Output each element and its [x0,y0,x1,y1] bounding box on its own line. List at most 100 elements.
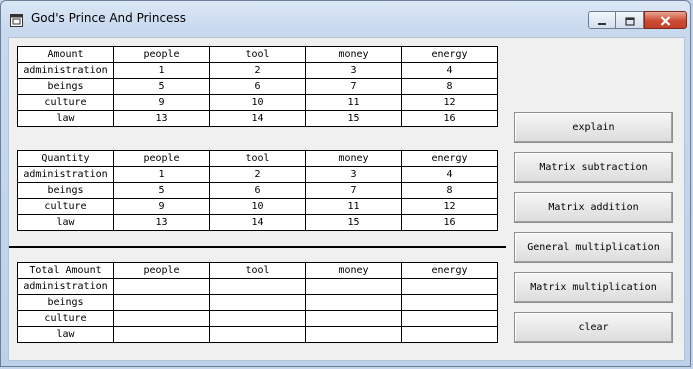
matrix-cell[interactable] [401,310,498,327]
matrix-cell[interactable]: 5 [113,78,210,95]
column-header-cell: people [113,150,210,167]
matrix-cell[interactable] [209,294,306,311]
column-header-cell: energy [401,46,498,63]
matrix-cell[interactable]: 14 [209,110,306,127]
table-row: beings 5 6 7 8 [17,78,498,95]
matrix-cell[interactable] [209,326,306,343]
table-row: beings 5 6 7 8 [17,182,498,199]
quantity-matrix-table: Quantity people tool money energy administrat… [17,150,498,231]
table-row: law 13 14 15 16 [17,214,498,231]
matrix-cell[interactable]: 9 [113,94,210,111]
row-header-cell: beings [17,78,114,95]
matrix-cell[interactable]: 11 [305,198,402,215]
matrix-cell[interactable]: 2 [209,62,306,79]
matrix-cell[interactable]: 14 [209,214,306,231]
matrix-multiplication-button[interactable]: Matrix multiplication [514,272,673,303]
window-title: God's Prince And Princess [31,11,186,25]
column-header-cell: Amount [17,46,114,63]
row-header-cell: beings [17,182,114,199]
explain-button[interactable]: explain [514,112,673,143]
row-header-cell: culture [17,94,114,111]
matrix-cell[interactable]: 10 [209,198,306,215]
close-button[interactable] [644,11,687,29]
table-header-row: Quantity people tool money energy [17,150,498,167]
row-header-cell: administration [17,166,114,183]
matrix-cell[interactable] [401,326,498,343]
matrix-cell[interactable] [113,294,210,311]
table-row: administration 1 2 3 4 [17,62,498,79]
matrix-cell[interactable]: 6 [209,78,306,95]
column-header-cell: money [305,262,402,279]
matrix-cell[interactable]: 15 [305,214,402,231]
matrix-cell[interactable]: 5 [113,182,210,199]
matrix-cell[interactable]: 13 [113,110,210,127]
table-header-row: Total Amount people tool money energy [17,262,498,279]
matrix-cell[interactable]: 6 [209,182,306,199]
app-window: God's Prince And Princess Amount people to… [0,0,691,367]
divider-line [9,246,506,248]
matrix-cell[interactable]: 12 [401,198,498,215]
row-header-cell: culture [17,310,114,327]
matrix-cell[interactable]: 1 [113,166,210,183]
matrix-cell[interactable]: 3 [305,62,402,79]
table-row: culture 9 10 11 12 [17,94,498,111]
matrix-cell[interactable] [113,278,210,295]
column-header-cell: tool [209,150,306,167]
matrix-cell[interactable]: 8 [401,182,498,199]
row-header-cell: beings [17,294,114,311]
title-bar[interactable]: God's Prince And Princess [1,1,690,37]
table-row: administration 1 2 3 4 [17,166,498,183]
app-window-icon [10,12,23,27]
matrix-cell[interactable] [305,326,402,343]
matrix-cell[interactable]: 3 [305,166,402,183]
column-header-cell: Total Amount [17,262,114,279]
column-header-cell: energy [401,150,498,167]
column-header-cell: money [305,46,402,63]
client-area: Amount people tool money energy administratio… [8,37,685,361]
matrix-cell[interactable] [209,278,306,295]
table-row: law 13 14 15 16 [17,110,498,127]
matrix-cell[interactable] [305,278,402,295]
row-header-cell: administration [17,278,114,295]
maximize-icon [624,11,635,30]
matrix-cell[interactable] [305,294,402,311]
matrix-cell[interactable]: 4 [401,166,498,183]
row-header-cell: law [17,326,114,343]
matrix-cell[interactable] [113,326,210,343]
matrix-cell[interactable]: 16 [401,214,498,231]
matrix-cell[interactable]: 8 [401,78,498,95]
matrix-cell[interactable]: 15 [305,110,402,127]
matrix-cell[interactable]: 7 [305,78,402,95]
amount-matrix-table: Amount people tool money energy administratio… [17,46,498,127]
column-header-cell: tool [209,46,306,63]
matrix-cell[interactable] [209,310,306,327]
clear-button[interactable]: clear [514,312,673,343]
matrix-cell[interactable]: 11 [305,94,402,111]
matrix-cell[interactable] [401,278,498,295]
table-row: administration [17,278,498,295]
matrix-cell[interactable]: 2 [209,166,306,183]
matrix-cell[interactable]: 16 [401,110,498,127]
column-header-cell: energy [401,262,498,279]
column-header-cell: people [113,262,210,279]
matrix-cell[interactable]: 13 [113,214,210,231]
general-multiplication-button[interactable]: General multiplication [514,232,673,263]
matrix-cell[interactable] [113,310,210,327]
matrix-cell[interactable]: 1 [113,62,210,79]
matrix-cell[interactable]: 4 [401,62,498,79]
matrix-cell[interactable]: 10 [209,94,306,111]
column-header-cell: Quantity [17,150,114,167]
matrix-subtraction-button[interactable]: Matrix subtraction [514,152,673,183]
table-header-row: Amount people tool money energy [17,46,498,63]
row-header-cell: culture [17,198,114,215]
matrix-cell[interactable]: 9 [113,198,210,215]
matrix-cell[interactable] [401,294,498,311]
minimize-button[interactable] [588,11,616,29]
maximize-button[interactable] [616,11,644,29]
table-row: beings [17,294,498,311]
minimize-icon [597,11,607,30]
matrix-cell[interactable] [305,310,402,327]
matrix-cell[interactable]: 12 [401,94,498,111]
matrix-cell[interactable]: 7 [305,182,402,199]
matrix-addition-button[interactable]: Matrix addition [514,192,673,223]
